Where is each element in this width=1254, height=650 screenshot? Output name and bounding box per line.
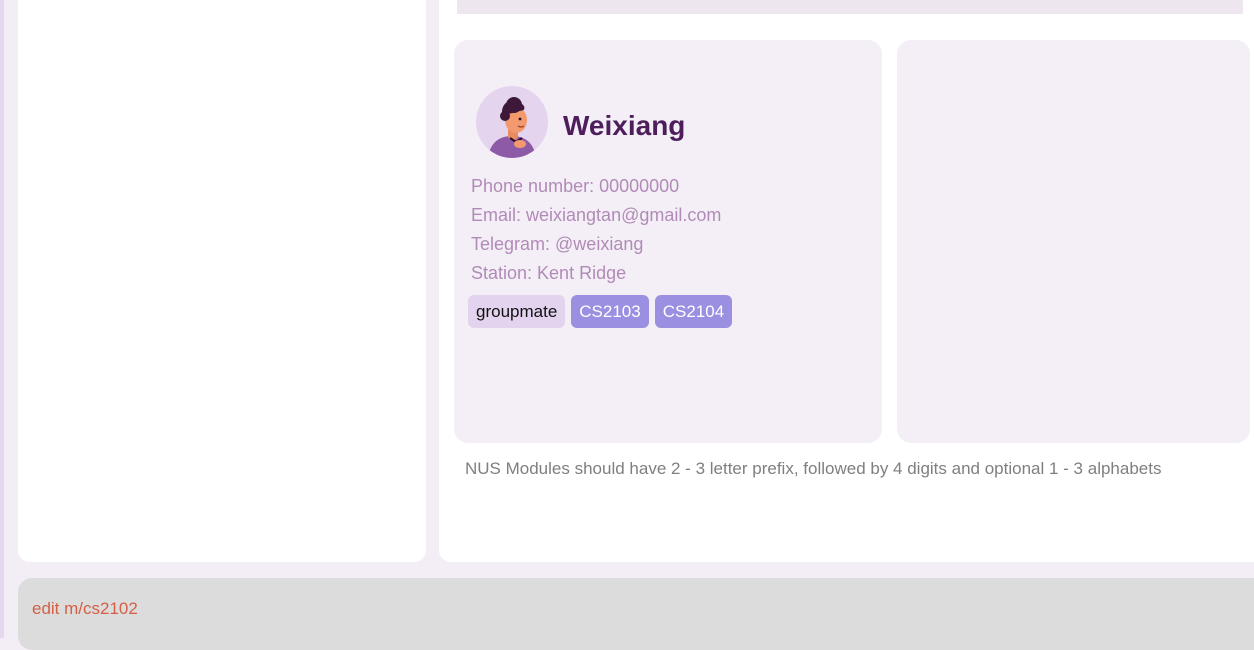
result-message: NUS Modules should have 2 - 3 letter pre… <box>465 459 1162 478</box>
telegram-field: Telegram: @weixiang <box>471 234 644 254</box>
empty-card-slot <box>897 40 1250 443</box>
station-field: Station: Kent Ridge <box>471 263 627 283</box>
tag-list: groupmate CS2103 CS2104 <box>468 295 733 328</box>
left-panel <box>18 0 426 562</box>
tag-groupmate: groupmate <box>468 295 566 328</box>
tag-module: CS2104 <box>654 295 733 328</box>
email-field: Email: weixiangtan@gmail.com <box>471 205 722 225</box>
person-name: Weixiang <box>563 110 686 141</box>
command-input[interactable] <box>18 578 1254 650</box>
window-left-border <box>0 0 4 638</box>
person-avatar-icon <box>476 86 548 158</box>
phone-field: Phone number: 00000000 <box>471 176 680 196</box>
command-input-text[interactable]: edit m/cs2102 <box>32 598 138 620</box>
list-header-strip <box>457 0 1243 14</box>
tag-module: CS2103 <box>571 295 649 328</box>
